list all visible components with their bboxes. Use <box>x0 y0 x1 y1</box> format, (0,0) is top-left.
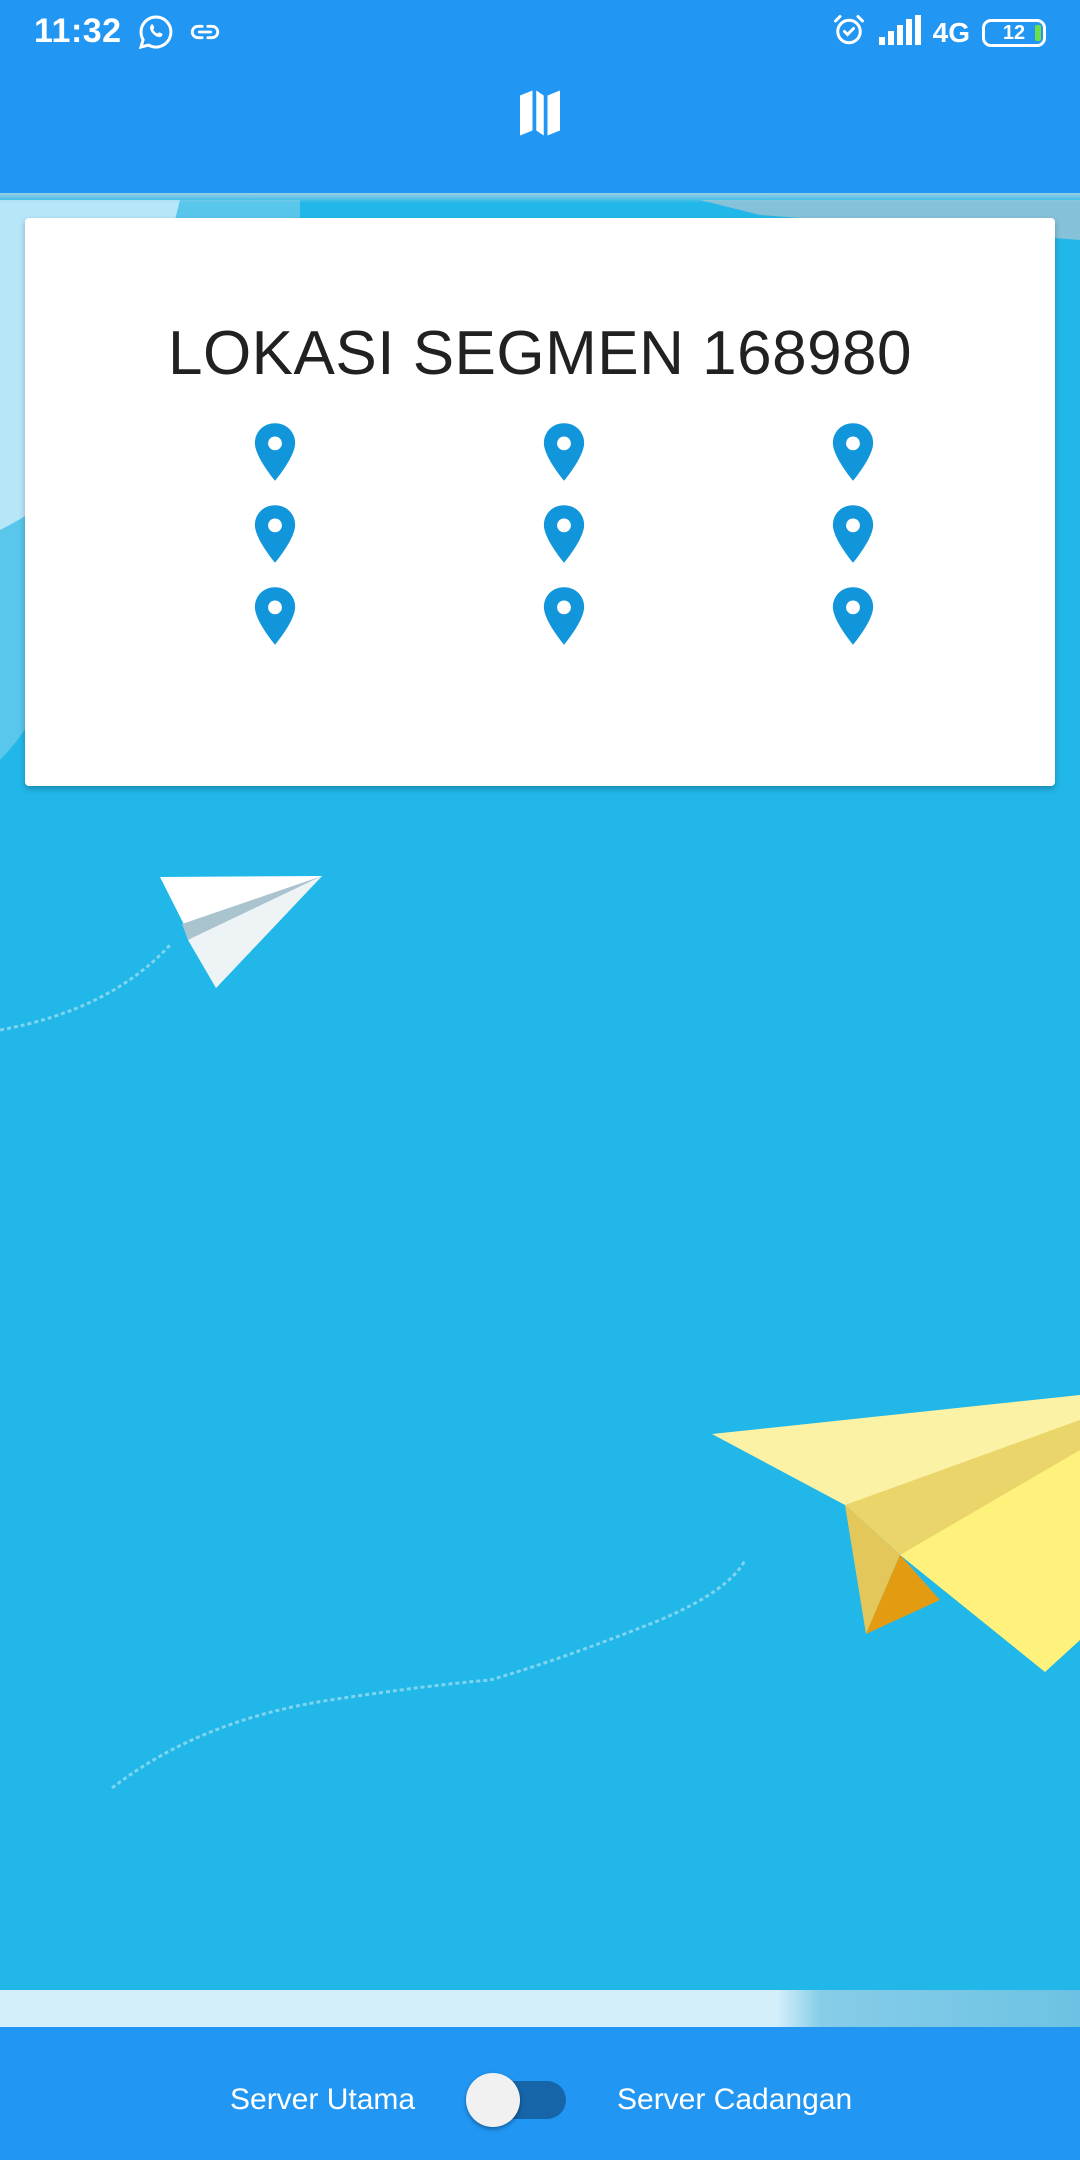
location-pin-icon[interactable] <box>541 423 587 481</box>
bottom-server-bar: Server Utama Server Cadangan <box>0 2027 1080 2160</box>
location-pin-icon[interactable] <box>830 505 876 563</box>
whatsapp-icon <box>138 14 174 55</box>
alarm-icon <box>831 12 867 53</box>
location-pin-icon[interactable] <box>252 587 298 645</box>
location-pin-icon[interactable] <box>252 505 298 563</box>
toggle-thumb[interactable] <box>466 2073 520 2127</box>
battery-icon: 12 <box>982 18 1046 47</box>
server-cadangan-label: Server Cadangan <box>617 2083 853 2116</box>
location-pin-icon[interactable] <box>541 587 587 645</box>
paper-plane-yellow-illustration <box>712 1395 1080 1672</box>
location-pin-icon[interactable] <box>252 423 298 481</box>
card-title: LOKASI SEGMEN 168980 <box>167 319 913 388</box>
location-pin-icon[interactable] <box>830 423 876 481</box>
server-toggle[interactable] <box>466 2073 568 2129</box>
status-time: 11:32 <box>34 12 122 50</box>
location-pin-icon[interactable] <box>541 505 587 563</box>
app-bar-shadow <box>0 193 1080 203</box>
top-app-bar: 11:32 4G 12 <box>0 0 1080 193</box>
status-bar: 11:32 4G 12 <box>0 0 1080 64</box>
link-icon <box>188 15 222 54</box>
network-type: 4G <box>932 16 970 48</box>
battery-level: 12 <box>1002 21 1026 44</box>
signal-icon <box>878 15 921 50</box>
bottom-background-strip <box>0 1990 1080 2027</box>
map-icon[interactable] <box>510 83 570 143</box>
server-utama-label: Server Utama <box>230 2083 416 2116</box>
paper-plane-white-illustration <box>160 876 322 988</box>
location-pin-icon[interactable] <box>830 587 876 645</box>
segment-card: LOKASI SEGMEN 168980 <box>25 218 1055 786</box>
